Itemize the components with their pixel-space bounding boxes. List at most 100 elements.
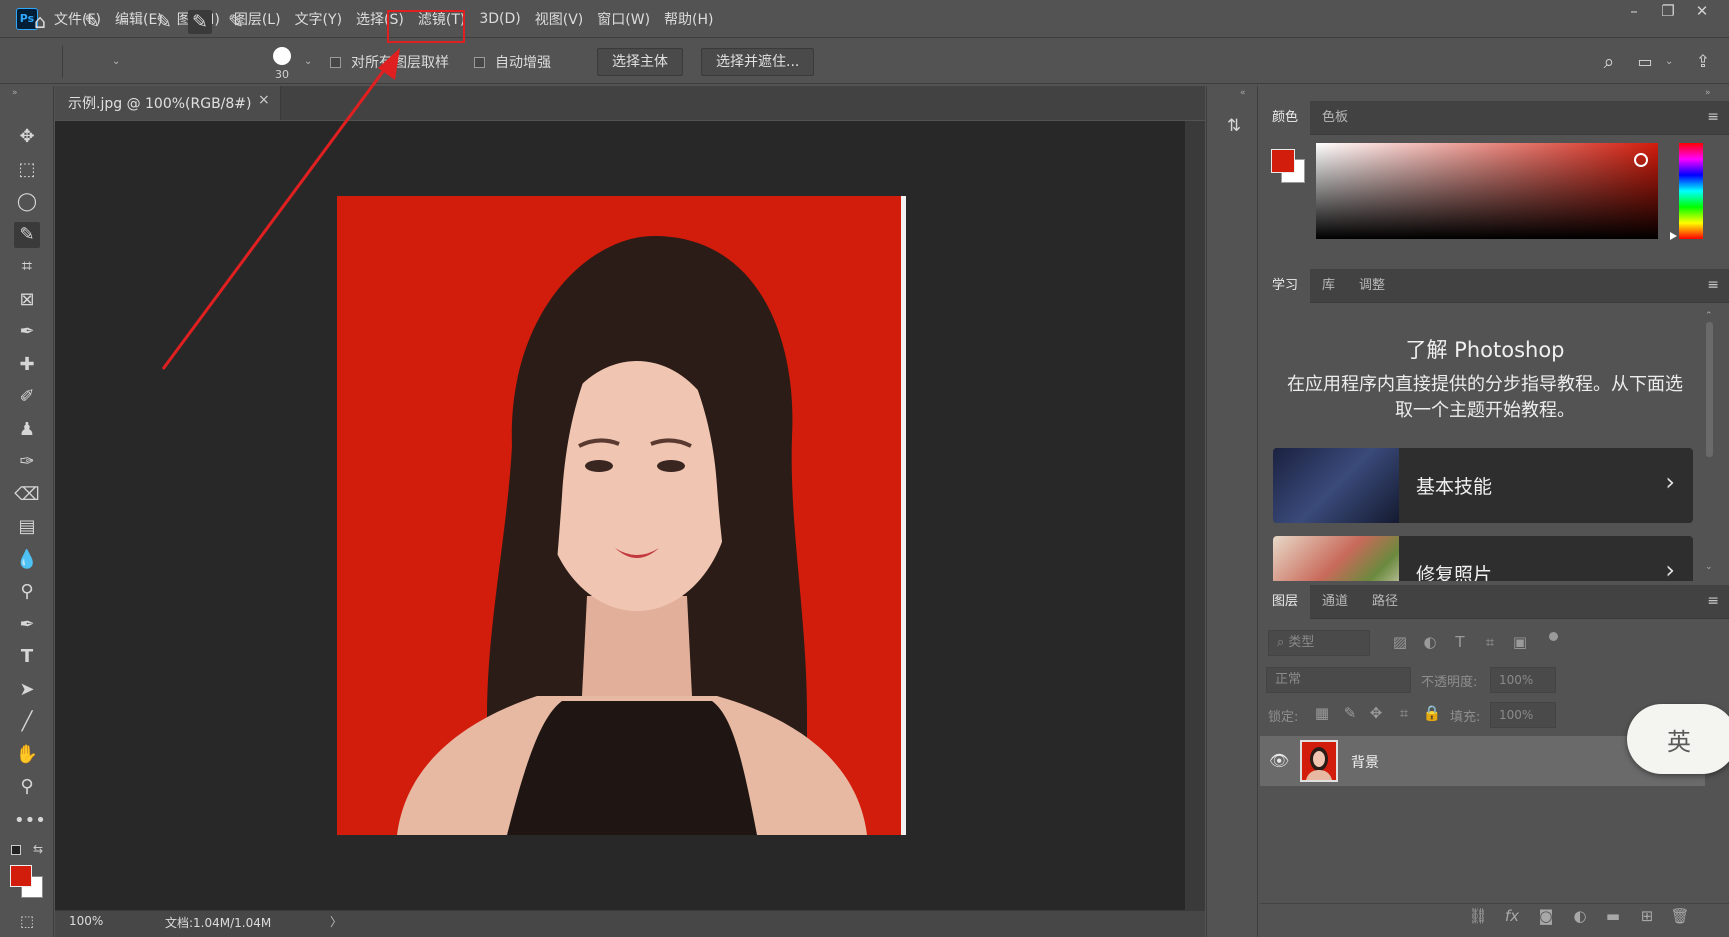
subtract-from-selection-icon[interactable]: ✎ [224,10,248,34]
tab-swatches[interactable]: 色板 [1310,101,1360,135]
scroll-up-icon[interactable]: ⌃ [1705,311,1713,321]
lock-all-icon[interactable]: 🔒 [1422,704,1442,722]
scroll-down-icon[interactable]: ⌄ [1705,562,1713,572]
color-panel-menu-icon[interactable]: ≡ [1707,109,1719,125]
eraser-tool-icon[interactable]: ⌫ [14,482,40,508]
filter-pixel-icon[interactable]: ▨ [1390,633,1410,651]
filter-adjustment-icon[interactable]: ◐ [1420,633,1440,651]
layer-style-icon[interactable]: fx [1500,907,1524,925]
tab-color[interactable]: 颜色 [1260,101,1311,135]
line-tool-icon[interactable]: ╱ [14,709,40,735]
adjustment-layer-icon[interactable]: ◐ [1568,907,1592,925]
brush-size-icon[interactable] [273,47,291,65]
gradient-tool-icon[interactable]: ▤ [14,514,40,540]
panel-foreground-swatch[interactable] [1271,149,1295,173]
more-tools-icon[interactable]: ••• [14,808,46,834]
hand-tool-icon[interactable]: ✋ [14,742,40,768]
canvas-vertical-scrollbar[interactable] [1185,121,1205,910]
new-layer-icon[interactable]: ⊞ [1635,907,1659,925]
type-tool-icon[interactable]: T [14,644,40,670]
hue-slider-handle[interactable] [1670,232,1677,240]
tab-layers[interactable]: 图层 [1260,585,1311,619]
sample-all-layers-checkbox[interactable] [330,57,341,68]
collapse-toolbar-icon[interactable]: » [12,88,18,98]
lock-artboard-icon[interactable]: ⌗ [1394,704,1414,722]
history-brush-tool-icon[interactable]: ✑ [14,449,40,475]
filter-shape-icon[interactable]: ⌗ [1480,633,1500,651]
brush-tool-icon[interactable]: ✐ [14,384,40,410]
menu-3d[interactable]: 3D(D) [479,11,520,27]
zoom-level[interactable]: 100% [69,914,103,928]
workspace-chevron-icon[interactable]: ⌄ [1665,56,1673,67]
workspace-icon[interactable]: ▭ [1633,50,1657,74]
document-tab-close-icon[interactable]: × [258,92,270,108]
select-subject-button[interactable]: 选择主体 [597,48,683,76]
eyedropper-tool-icon[interactable]: ✒ [14,319,40,345]
tab-channels[interactable]: 通道 [1310,585,1360,619]
add-mask-icon[interactable]: ◙ [1534,907,1558,925]
color-picker-field[interactable] [1316,143,1658,239]
quick-mask-icon[interactable]: ⬚ [14,908,40,934]
layer-name[interactable]: 背景 [1351,752,1379,772]
minimize-button[interactable]: – [1617,2,1651,20]
frame-tool-icon[interactable]: ⊠ [14,287,40,313]
chevron-down-icon[interactable]: ⌄ [112,56,120,67]
color-picker-ring[interactable] [1634,153,1648,167]
menu-view[interactable]: 视图(V) [535,9,584,29]
learn-card-fix-photos[interactable]: 修复照片 › [1273,536,1693,581]
lasso-tool-icon[interactable]: ◯ [14,189,40,215]
menu-window[interactable]: 窗口(W) [597,9,650,29]
home-icon[interactable]: ⌂ [28,10,52,34]
move-tool-icon[interactable]: ✥ [14,124,40,150]
lock-transparent-icon[interactable]: ▦ [1312,704,1332,722]
fill-input[interactable]: 100% [1490,702,1556,728]
quick-selection-preset-icon[interactable]: ✎ [80,10,104,34]
select-and-mask-button[interactable]: 选择并遮住... [701,48,815,76]
new-group-icon[interactable]: ▬ [1601,907,1625,925]
layers-panel-menu-icon[interactable]: ≡ [1707,593,1719,609]
clone-stamp-tool-icon[interactable]: ♟ [14,417,40,443]
tab-learn[interactable]: 学习 [1260,269,1311,303]
lock-position-icon[interactable]: ✥ [1366,704,1386,722]
link-layers-icon[interactable]: ⛓ [1466,907,1490,925]
restore-button[interactable]: ❐ [1651,2,1685,20]
close-button[interactable]: ✕ [1685,2,1719,20]
pen-tool-icon[interactable]: ✒ [14,612,40,638]
blend-mode-select[interactable]: 正常 [1266,667,1411,693]
brush-picker-chevron-icon[interactable]: ⌄ [304,56,312,67]
foreground-color-swatch[interactable] [10,865,32,887]
default-colors-icon[interactable] [11,845,21,855]
blur-tool-icon[interactable]: 💧 [14,547,40,573]
learn-panel-scrollbar[interactable] [1706,322,1713,457]
portrait-photo[interactable] [337,196,906,835]
delete-layer-icon[interactable]: 🗑 [1668,907,1692,925]
healing-brush-tool-icon[interactable]: ✚ [14,352,40,378]
auto-enhance-checkbox[interactable] [474,57,485,68]
learn-card-basic-skills[interactable]: 基本技能 › [1273,448,1693,523]
status-menu-arrow-icon[interactable]: 〉 [330,913,342,930]
menu-type[interactable]: 文字(Y) [295,9,342,29]
lock-image-icon[interactable]: ✎ [1340,704,1360,722]
eye-icon[interactable]: 👁 [1269,751,1289,770]
layer-filter-select[interactable]: ⌕ 类型 [1268,630,1370,656]
add-to-selection-icon[interactable]: ✎ [188,10,212,34]
history-panel-icon[interactable]: ⇅ [1221,116,1247,142]
filter-smart-object-icon[interactable]: ▣ [1510,633,1530,651]
hue-slider[interactable] [1679,143,1703,239]
new-selection-icon[interactable]: ✎ [152,10,176,34]
search-icon[interactable]: ⌕ [1597,50,1621,74]
quick-selection-tool-icon[interactable]: ✎ [14,222,40,248]
tab-adjustments[interactable]: 调整 [1347,269,1397,303]
swap-colors-icon[interactable]: ⇆ [33,842,43,856]
path-selection-tool-icon[interactable]: ➤ [14,677,40,703]
collapse-strip-icon[interactable]: « [1240,88,1246,98]
menu-help[interactable]: 帮助(H) [664,9,713,29]
opacity-input[interactable]: 100% [1490,667,1556,693]
tab-paths[interactable]: 路径 [1360,585,1410,619]
learn-panel-menu-icon[interactable]: ≡ [1707,277,1719,293]
tab-libraries[interactable]: 库 [1310,269,1347,303]
filter-type-icon[interactable]: T [1450,633,1470,651]
dodge-tool-icon[interactable]: ⚲ [14,579,40,605]
marquee-tool-icon[interactable]: ⬚ [14,157,40,183]
share-icon[interactable]: ⇪ [1691,50,1715,74]
